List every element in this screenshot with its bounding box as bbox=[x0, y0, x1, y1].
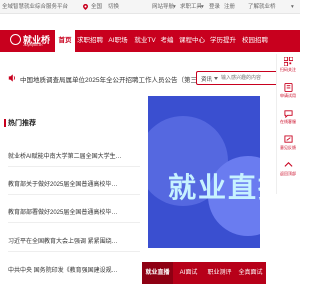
sidebar-label: 意见反馈 bbox=[280, 145, 296, 150]
announcement-text[interactable]: 中国地质调查局属单位2025年全公开招聘工作人员公告（第三批） bbox=[20, 74, 210, 84]
tools-chevron-icon: ▾ bbox=[201, 4, 204, 10]
platform-tagline: 全域智慧就业综合服务平台 bbox=[2, 4, 69, 10]
tab-career-test[interactable]: 职业测评 bbox=[204, 262, 235, 284]
list-divider bbox=[8, 166, 140, 167]
about-link[interactable]: 了解就业桥 bbox=[248, 3, 276, 11]
banner-headline: 就业直播 bbox=[168, 172, 260, 203]
about-chevron-icon: ▾ bbox=[291, 4, 294, 10]
logo-mark-icon bbox=[10, 34, 21, 45]
speaker-icon bbox=[8, 74, 15, 82]
sidebar-item-follow[interactable]: 扫码关注 bbox=[276, 57, 300, 73]
site-nav-link[interactable]: 网站导航 bbox=[152, 3, 174, 11]
announcement-bar: 中国地质调查局属单位2025年全公开招聘工作人员公告（第三批） bbox=[8, 72, 210, 86]
site-logo[interactable]: 就业桥 Jiuyeqiao.cn bbox=[10, 32, 50, 50]
sidebar-label: 在线客服 bbox=[280, 119, 296, 124]
sidebar-label: 申请试用 bbox=[280, 93, 296, 98]
search-box: 资讯 bbox=[196, 71, 288, 85]
dropdown-caret-icon bbox=[214, 77, 218, 80]
tab-live[interactable]: 就业直播 bbox=[142, 262, 173, 284]
login-link[interactable]: 登录 bbox=[209, 3, 220, 11]
nav-tv[interactable]: 就业TV bbox=[133, 30, 157, 52]
sidebar-item-service[interactable]: 在线客服 bbox=[276, 109, 300, 125]
promo-banner[interactable]: 就业直播 bbox=[148, 96, 260, 248]
hot-list-item[interactable]: 就业桥AI赋能中南大学第二届全国大学生… bbox=[8, 151, 140, 160]
site-nav-chevron-icon: ▾ bbox=[173, 4, 176, 10]
sidebar-label: 返回顶部 bbox=[280, 171, 296, 176]
service-icon bbox=[283, 110, 293, 118]
hot-list-item[interactable]: 教育部部署做好2025届全国普通高校毕… bbox=[8, 207, 140, 216]
switch-location-link[interactable]: 切换 bbox=[108, 3, 119, 11]
list-divider bbox=[8, 194, 140, 195]
top-icon bbox=[284, 162, 292, 167]
register-link[interactable]: 注册 bbox=[224, 3, 235, 11]
top-utility-bar: 全域智慧就业综合服务平台 全国 切换 网站导航 ▾ 求职工具 ▾ 登录 注册 了… bbox=[0, 0, 300, 14]
sidebar-item-feedback[interactable]: 意见反馈 bbox=[276, 135, 300, 151]
nav-jobs[interactable]: 求职招聘 bbox=[77, 30, 103, 52]
apply-icon bbox=[283, 83, 293, 92]
feedback-icon bbox=[283, 135, 293, 143]
logo-domain: Jiuyeqiao.cn bbox=[23, 43, 43, 47]
tab-mock-interview[interactable]: 全真面试 bbox=[235, 262, 266, 284]
location-pin-icon bbox=[83, 4, 88, 10]
list-divider bbox=[8, 251, 140, 252]
list-divider bbox=[8, 222, 140, 223]
nav-civil-exam[interactable]: 考编 bbox=[160, 30, 174, 52]
section-accent-bar bbox=[4, 119, 6, 127]
sidebar-item-back-to-top[interactable]: 返回顶部 bbox=[276, 161, 300, 177]
qr-icon bbox=[283, 57, 293, 66]
search-input[interactable] bbox=[221, 73, 283, 83]
tab-ai-interview[interactable]: AI面试 bbox=[173, 262, 204, 284]
hot-list-item[interactable]: 习近平在全国教育大会上强调 紧紧围绕… bbox=[8, 236, 140, 245]
hot-list-item[interactable]: 中共中央 国务院印发《教育强国建设规… bbox=[8, 265, 140, 274]
current-location: 全国 bbox=[91, 4, 103, 10]
nav-campus[interactable]: 校园招聘 bbox=[240, 30, 270, 52]
sidebar-item-apply[interactable]: 申请试用 bbox=[276, 83, 300, 99]
hot-list-item[interactable]: 教育部关于做好2025届全国普通高校毕… bbox=[8, 179, 140, 188]
tools-link[interactable]: 求职工具 bbox=[180, 3, 202, 11]
sidebar-label: 扫码关注 bbox=[280, 67, 296, 72]
nav-ai-career[interactable]: AI职场 bbox=[106, 30, 130, 52]
nav-courses[interactable]: 课程中心 bbox=[178, 30, 206, 52]
nav-degree[interactable]: 学历提升 bbox=[209, 30, 237, 52]
search-category-select[interactable]: 资讯 bbox=[201, 75, 212, 83]
nav-home[interactable]: 首页 bbox=[55, 30, 75, 52]
hot-section-title: 热门推荐 bbox=[8, 120, 36, 127]
